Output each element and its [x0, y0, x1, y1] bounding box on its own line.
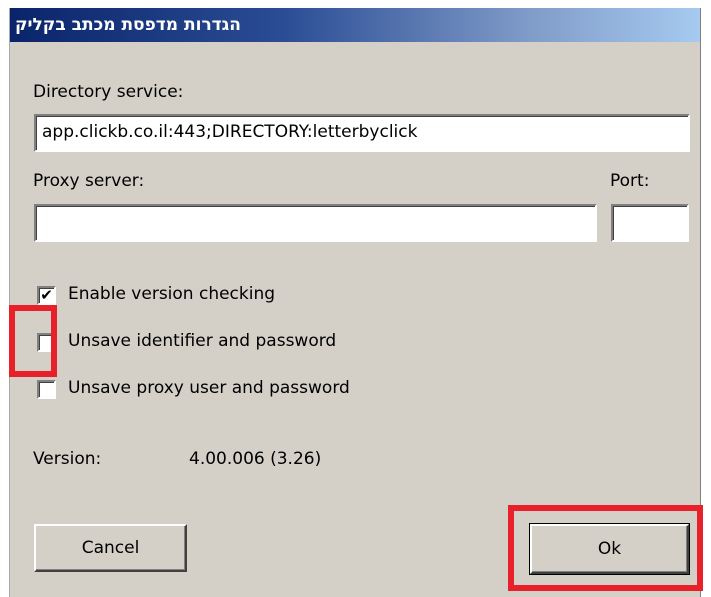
unsave-identifier-checkbox[interactable] — [37, 333, 56, 352]
port-label: Port: — [610, 171, 650, 191]
unsave-proxy-user-checkbox[interactable] — [37, 380, 56, 399]
unsave-identifier-label[interactable]: Unsave identifier and password — [68, 331, 336, 351]
directory-service-label: Directory service: — [33, 82, 184, 102]
proxy-server-label: Proxy server: — [33, 171, 145, 191]
port-input[interactable] — [611, 204, 689, 242]
enable-version-checking-label[interactable]: Enable version checking — [68, 284, 275, 304]
version-value: 4.00.006 (3.26) — [189, 449, 322, 469]
directory-service-input[interactable]: app.clickb.co.il:443;DIRECTORY:letterbyc… — [34, 114, 690, 152]
window-title: הגדרות מדפסת מכתב בקליק — [10, 8, 700, 42]
proxy-server-input[interactable] — [34, 204, 597, 242]
unsave-proxy-user-label[interactable]: Unsave proxy user and password — [68, 378, 350, 398]
settings-dialog: הגדרות מדפסת מכתב בקליק Directory servic… — [9, 8, 701, 597]
enable-version-checking-checkbox[interactable]: ✔ — [37, 286, 56, 305]
cancel-button[interactable]: Cancel — [34, 524, 187, 572]
ok-button[interactable]: Ok — [529, 523, 690, 575]
version-label: Version: — [33, 449, 102, 469]
